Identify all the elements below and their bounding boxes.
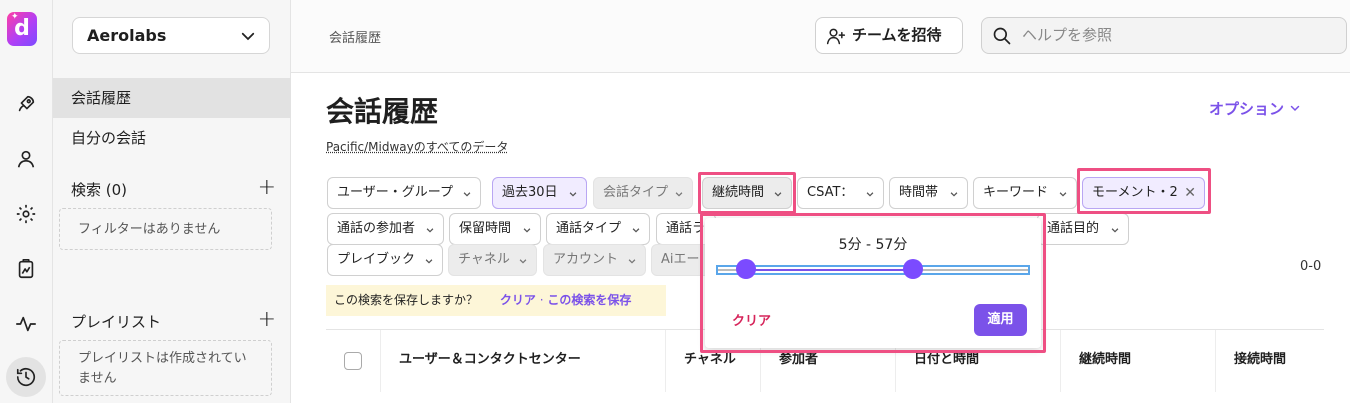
filter-label: 過去30日 bbox=[502, 185, 558, 200]
filter-call-type[interactable]: 通話タイプ bbox=[546, 213, 650, 245]
filter-user-group[interactable]: ユーザー・グループ bbox=[327, 177, 481, 209]
chevron-down-icon bbox=[519, 259, 527, 264]
search-empty-text: フィルターはありません bbox=[78, 222, 221, 237]
filter-hold-time[interactable]: 保留時間 bbox=[449, 213, 541, 245]
filter-conversation-type[interactable]: 会話タイプ bbox=[593, 177, 693, 209]
clipboard-chart-icon[interactable] bbox=[14, 257, 38, 281]
search-section-title: 検索 (0) bbox=[71, 181, 128, 199]
chevron-down-icon bbox=[523, 228, 531, 233]
filter-csat[interactable]: CSAT： bbox=[797, 177, 884, 209]
chevron-down-icon bbox=[628, 259, 636, 264]
invite-team-label: チームを招待 bbox=[852, 26, 942, 44]
filter-label: プレイブック bbox=[337, 252, 416, 267]
page-title: 会話履歴 bbox=[326, 95, 439, 128]
duration-filter-highlight bbox=[698, 172, 796, 214]
chevron-down-icon bbox=[950, 192, 958, 197]
playlist-section-header: プレイリスト + bbox=[71, 307, 276, 332]
app-logo-icon[interactable]: ✦ d bbox=[7, 12, 37, 46]
gear-icon[interactable] bbox=[14, 202, 38, 226]
column-header-duration[interactable]: 継続時間 bbox=[1061, 330, 1216, 392]
filter-call-participants[interactable]: 通話の参加者 bbox=[327, 213, 444, 245]
result-count: 0-0 bbox=[1300, 259, 1322, 274]
filter-label: 通話目的 bbox=[1047, 221, 1100, 236]
filter-account[interactable]: アカウント bbox=[543, 244, 646, 276]
filter-label: 時間帯 bbox=[899, 185, 939, 200]
playlist-section-title: プレイリスト bbox=[71, 313, 162, 331]
column-header-connect-time[interactable]: 接続時間 bbox=[1216, 330, 1324, 392]
filter-label: キーワード bbox=[983, 185, 1049, 200]
playlist-empty-box: プレイリストは作成されていません bbox=[59, 340, 272, 396]
chevron-down-icon bbox=[241, 32, 255, 41]
user-icon[interactable] bbox=[14, 147, 38, 171]
options-label: オプション bbox=[1209, 100, 1285, 118]
select-all-column bbox=[326, 330, 381, 392]
filter-label: 保留時間 bbox=[459, 221, 512, 236]
chevron-down-icon bbox=[1059, 192, 1067, 197]
chevron-down-icon bbox=[675, 192, 683, 197]
search-section-header: 検索 (0) + bbox=[71, 175, 276, 200]
filter-label: ユーザー・グループ bbox=[337, 185, 453, 200]
search-empty-box: フィルターはありません bbox=[59, 208, 272, 250]
clear-search-link[interactable]: クリア bbox=[500, 293, 536, 307]
select-all-checkbox[interactable] bbox=[344, 352, 362, 370]
search-icon bbox=[993, 27, 1011, 45]
filter-playbook[interactable]: プレイブック bbox=[327, 244, 443, 276]
invite-team-button[interactable]: チームを招待 bbox=[815, 17, 963, 54]
sidebar-item-my-conversations[interactable]: 自分の会話 bbox=[53, 118, 291, 158]
add-user-icon bbox=[826, 28, 846, 45]
activity-icon[interactable] bbox=[14, 312, 38, 336]
top-bar: 会話履歴 チームを招待 ヘルプを参照 bbox=[291, 0, 1350, 73]
column-header-user[interactable]: ユーザー＆コンタクトセンター bbox=[381, 330, 666, 392]
chevron-down-icon bbox=[632, 228, 640, 233]
chevron-down-icon bbox=[866, 192, 874, 197]
help-search-input[interactable]: ヘルプを参照 bbox=[981, 17, 1347, 54]
options-dropdown[interactable]: オプション bbox=[1209, 98, 1301, 119]
timezone-subtitle[interactable]: Pacific/Midwayのすべてのデータ bbox=[326, 138, 508, 155]
filter-call-purpose[interactable]: 通話目的 bbox=[1037, 213, 1129, 245]
filter-label: チャネル bbox=[458, 252, 510, 267]
filter-label: アカウント bbox=[553, 252, 619, 267]
moments-filter-highlight bbox=[1077, 168, 1211, 214]
workspace-name: Aerolabs bbox=[87, 26, 167, 45]
filter-keyword[interactable]: キーワード bbox=[973, 177, 1077, 209]
playlist-empty-text: プレイリストは作成されていません bbox=[78, 351, 247, 386]
add-playlist-plus-icon[interactable]: + bbox=[258, 307, 276, 332]
icon-rail: ✦ d bbox=[0, 0, 53, 403]
filter-time-of-day[interactable]: 時間帯 bbox=[889, 177, 968, 209]
history-icon[interactable] bbox=[6, 357, 46, 397]
save-search-prompt: この検索を保存しますか？ クリア · この検索を保存 bbox=[326, 285, 666, 316]
duration-popup-highlight bbox=[700, 213, 1046, 353]
filter-label: 通話タイプ bbox=[556, 221, 622, 236]
add-search-plus-icon[interactable]: + bbox=[258, 175, 276, 200]
save-search-link[interactable]: この検索を保存 bbox=[547, 293, 631, 307]
filter-label: Aiエー bbox=[661, 252, 700, 267]
chevron-down-icon bbox=[426, 228, 434, 233]
link-separator: · bbox=[539, 293, 544, 307]
filter-label: CSAT： bbox=[807, 185, 854, 200]
chevron-down-icon bbox=[1291, 105, 1300, 112]
help-search-placeholder: ヘルプを参照 bbox=[1022, 26, 1113, 44]
rocket-icon[interactable] bbox=[14, 92, 38, 116]
breadcrumb[interactable]: 会話履歴 bbox=[329, 27, 381, 46]
save-search-question: この検索を保存しますか？ bbox=[334, 293, 479, 307]
side-panel: Aerolabs 会話履歴 自分の会話 検索 (0) + フィルターはありません… bbox=[53, 0, 291, 403]
chevron-down-icon bbox=[569, 192, 577, 197]
chevron-down-icon bbox=[463, 192, 471, 197]
filter-label: 通話の参加者 bbox=[337, 221, 416, 236]
chevron-down-icon bbox=[425, 259, 433, 264]
workspace-selector[interactable]: Aerolabs bbox=[72, 17, 270, 54]
filter-date-range[interactable]: 過去30日 bbox=[492, 177, 587, 209]
chevron-down-icon bbox=[1111, 228, 1119, 233]
filter-channel[interactable]: チャネル bbox=[448, 244, 537, 276]
filter-label: 会話タイプ bbox=[603, 185, 669, 200]
sidebar-item-history[interactable]: 会話履歴 bbox=[53, 78, 291, 118]
